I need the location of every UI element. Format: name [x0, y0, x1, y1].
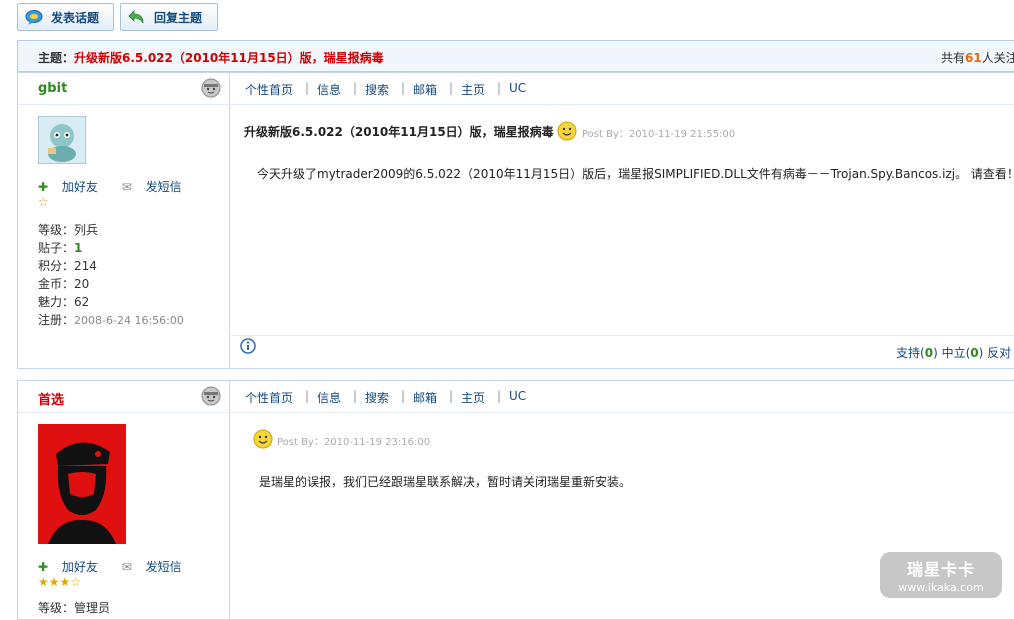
user-face-icon — [201, 386, 221, 406]
post-1-user-panel: gbit ✚ 加好友 ✉ 发短信 ☆ 等级：列兵 贴子：1 积分：214 金币：… — [18, 73, 230, 368]
speech-bubble-icon — [25, 10, 43, 25]
post-1-post-count: 贴子：1 — [38, 239, 184, 257]
post-1-footer-divider — [229, 335, 1014, 336]
new-topic-button[interactable]: 发表话题 — [17, 3, 114, 31]
link-info[interactable]: 信息 — [317, 389, 341, 406]
separator: | — [305, 389, 310, 403]
plus-icon: ✚ — [38, 560, 49, 574]
reply-button[interactable]: 回复主题 — [120, 3, 218, 31]
topic-title-text: 升级新版6.5.022（2010年11月15日）版，瑞星报病毒 — [74, 51, 384, 65]
post-2-level: 等级：管理员 — [38, 601, 111, 615]
link-profile[interactable]: 个性首页 — [245, 81, 293, 98]
follower-count: 共有61人关注 — [941, 49, 1014, 66]
post-1-votes: 支持(0) 中立(0) 反对 — [896, 344, 1011, 361]
post-2-user-panel: 首选 ✚ 加好友 ✉ 发短信 ★★★☆ 等级：管理员 — [18, 381, 230, 619]
post-1-avatar[interactable] — [38, 116, 86, 164]
link-uc[interactable]: UC — [509, 389, 526, 403]
vote-oppose[interactable]: 反对 — [987, 346, 1011, 360]
post-2-rank-stars: ★★★☆ — [38, 575, 82, 589]
reply-arrow-icon — [128, 10, 144, 24]
watermark-brand: 瑞星卡卡 — [906, 560, 975, 579]
mail-icon: ✉ — [121, 560, 132, 574]
post-1-gold: 金币：20 — [38, 277, 90, 291]
follower-count-suffix: 人关注 — [981, 51, 1014, 65]
site-watermark: 瑞星卡卡 www.ikaka.com — [880, 552, 1002, 598]
separator: | — [353, 389, 358, 403]
send-message-label: 发短信 — [145, 180, 182, 194]
vote-neutral[interactable]: 中立(0) — [942, 346, 984, 360]
separator: | — [305, 81, 310, 95]
post-1-content: 今天升级了mytrader2009的6.5.022（2010年11月15日）版后… — [257, 167, 1014, 181]
post-1-user-info: 等级：列兵 贴子：1 积分：214 金币：20 魅力：62 注册：2008-6-… — [38, 221, 184, 330]
link-uc[interactable]: UC — [509, 81, 526, 95]
post-2-actions: ✚ 加好友 ✉ 发短信 — [38, 558, 202, 575]
add-friend-label: 加好友 — [61, 560, 98, 574]
link-search[interactable]: 搜索 — [365, 81, 389, 98]
follower-count-value: 61 — [965, 51, 982, 65]
smiley-icon — [253, 429, 273, 449]
post-1-rank-stars: ☆ — [38, 195, 49, 209]
link-homepage[interactable]: 主页 — [461, 389, 485, 406]
post-2-nav-links: 个性首页 | 信息 | 搜索 | 邮箱 | 主页 | UC — [229, 381, 1014, 413]
post-1-actions: ✚ 加好友 ✉ 发短信 — [38, 178, 202, 195]
post-1-username[interactable]: gbit — [38, 81, 67, 96]
post-2-add-friend[interactable]: ✚ 加好友 — [38, 560, 108, 574]
link-info[interactable]: 信息 — [317, 81, 341, 98]
new-topic-label: 发表话题 — [51, 11, 100, 25]
post-count-value: 1 — [74, 241, 83, 255]
post-1-registered: 注册：2008-6-24 16:56:00 — [38, 311, 184, 330]
post-1-level: 等级：列兵 — [38, 223, 99, 237]
post-1-title: 升级新版6.5.022（2010年11月15日）版，瑞星报病毒 — [244, 125, 554, 139]
watermark-url: www.ikaka.com — [898, 581, 984, 594]
link-profile[interactable]: 个性首页 — [245, 389, 293, 406]
post-2-avatar[interactable] — [38, 424, 126, 544]
vote-support-label: 支持 — [896, 346, 921, 360]
post-2-username[interactable]: 首选 — [38, 389, 64, 408]
post-2-send-message[interactable]: ✉ 发短信 — [122, 560, 192, 574]
link-mailbox[interactable]: 邮箱 — [413, 81, 437, 98]
topic-title: 主题：升级新版6.5.022（2010年11月15日）版，瑞星报病毒 — [38, 49, 384, 66]
registered-label: 注册： — [38, 313, 75, 327]
user-face-icon — [201, 78, 221, 98]
vote-support[interactable]: 支持(0) — [896, 346, 938, 360]
separator: | — [353, 81, 358, 95]
topic-prefix: 主题： — [38, 51, 75, 65]
post-2-timestamp: Post By：2010-11-19 23:16:00 — [277, 437, 431, 448]
post-1-points: 积分：214 — [38, 259, 97, 273]
post-2-content: 是瑞星的误报，我们已经跟瑞星联系解决，暂时请关闭瑞星重新安装。 — [259, 475, 632, 489]
reply-label: 回复主题 — [154, 11, 203, 25]
post-1-body: 个性首页 | 信息 | 搜索 | 邮箱 | 主页 | UC 升级新版6.5.02… — [229, 73, 1014, 368]
link-search[interactable]: 搜索 — [365, 389, 389, 406]
vote-support-count: 0 — [924, 346, 934, 360]
separator: | — [401, 81, 406, 95]
separator: | — [449, 389, 454, 403]
post-1-nav-links: 个性首页 | 信息 | 搜索 | 邮箱 | 主页 | UC — [229, 73, 1014, 105]
plus-icon: ✚ — [38, 180, 49, 194]
registered-value: 2008-6-24 16:56:00 — [74, 314, 184, 327]
topic-header: 主题：升级新版6.5.022（2010年11月15日）版，瑞星报病毒 共有61人… — [17, 40, 1014, 72]
post-1: gbit ✚ 加好友 ✉ 发短信 ☆ 等级：列兵 贴子：1 积分：214 金币：… — [17, 72, 1014, 369]
post-1-timestamp: Post By：2010-11-19 21:55:00 — [582, 129, 736, 140]
post-2: 首选 ✚ 加好友 ✉ 发短信 ★★★☆ 等级：管理员 个性首页 | 信息 | 搜… — [17, 380, 1014, 620]
info-icon[interactable] — [240, 338, 256, 354]
separator: | — [497, 81, 502, 95]
vote-neutral-count: 0 — [970, 346, 979, 360]
separator: | — [449, 81, 454, 95]
separator: | — [401, 389, 406, 403]
add-friend-label: 加好友 — [61, 180, 98, 194]
link-mailbox[interactable]: 邮箱 — [413, 389, 437, 406]
post-count-label: 贴子： — [38, 241, 75, 255]
vote-neutral-label: 中立 — [941, 346, 966, 360]
follower-count-prefix: 共有 — [941, 51, 966, 65]
post-1-add-friend[interactable]: ✚ 加好友 — [38, 180, 108, 194]
mail-icon: ✉ — [121, 180, 132, 194]
post-1-charm: 魅力：62 — [38, 295, 90, 309]
send-message-label: 发短信 — [145, 560, 182, 574]
separator: | — [497, 389, 502, 403]
post-2-user-info: 等级：管理员 — [38, 599, 110, 617]
link-homepage[interactable]: 主页 — [461, 81, 485, 98]
post-1-send-message[interactable]: ✉ 发短信 — [122, 180, 192, 194]
smiley-icon — [557, 121, 577, 141]
